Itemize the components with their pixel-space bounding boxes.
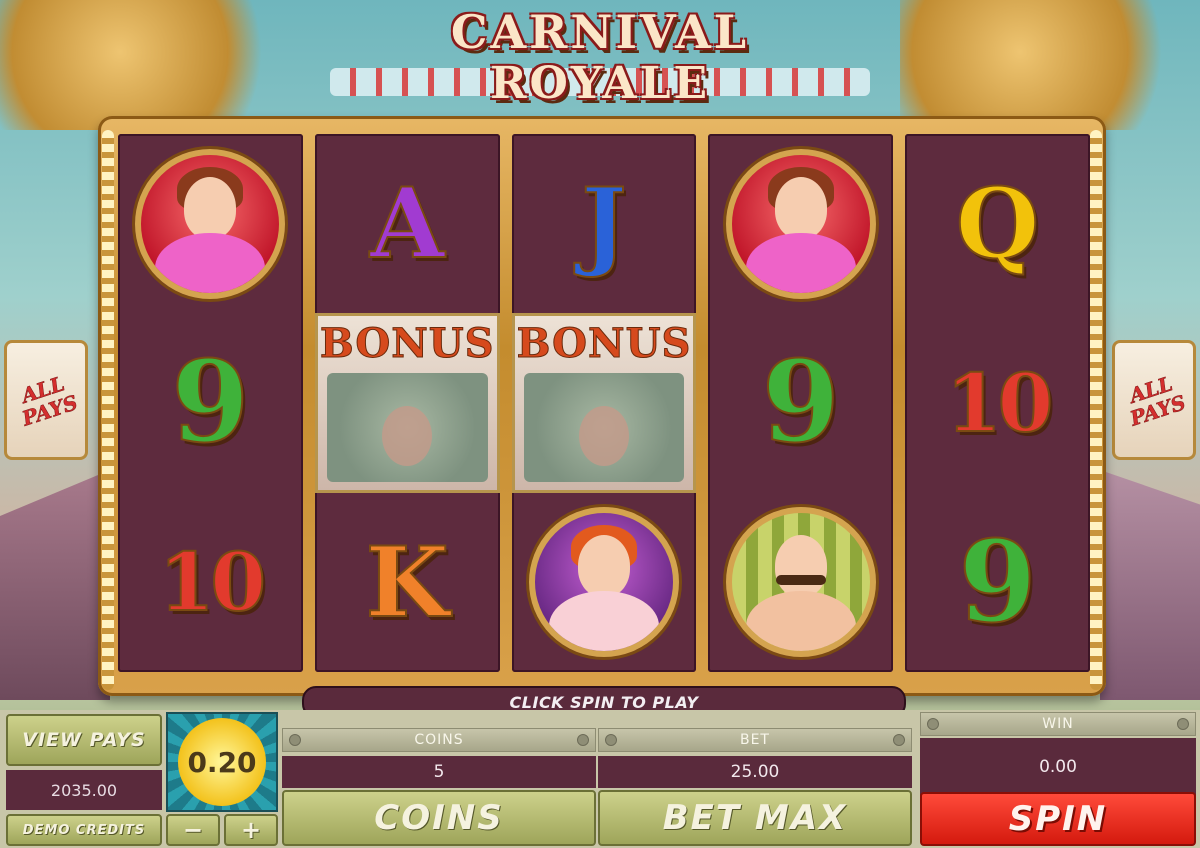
symbol-lady-portrait [135, 148, 286, 299]
reel-cell: A [315, 134, 500, 313]
reel-5: Q 10 9 [905, 134, 1090, 672]
coin-value-display: 0.20 [166, 712, 278, 812]
demo-credits-label: DEMO CREDITS [6, 814, 162, 846]
coin-value-decrease-button[interactable]: − [166, 814, 220, 846]
coins-value: 5 [282, 756, 596, 788]
background-tent-right [1100, 470, 1200, 700]
reel-cell: BONUS [511, 313, 697, 493]
reel-cell [118, 134, 303, 313]
bonus-fortune-teller-image [523, 373, 685, 482]
bet-header: BET [598, 728, 912, 752]
symbol-10: 10 [945, 355, 1054, 451]
logo-line-2: ROYALE [489, 58, 711, 109]
figure-body [548, 591, 659, 652]
bonus-label: BONUS [516, 320, 692, 368]
reel-cell: J [512, 134, 697, 313]
all-pays-badge-right: ALL PAYS [1112, 340, 1196, 460]
bonus-label: BONUS [319, 320, 495, 368]
figure-body [745, 591, 856, 652]
symbol-9: 9 [958, 516, 1038, 649]
screw-icon [1177, 718, 1189, 730]
reel-cell: Q [905, 134, 1090, 313]
figure-head [577, 535, 630, 598]
symbol-Q: Q [955, 166, 1041, 281]
figure-head [184, 176, 237, 239]
symbol-bonus: BONUS [314, 313, 500, 493]
coins-button[interactable]: COINS [282, 790, 596, 846]
figure-body [745, 232, 856, 293]
logo-line-1: CARNIVAL [450, 5, 750, 59]
win-header: WIN [920, 712, 1196, 736]
figure-head [774, 535, 827, 598]
all-pays-badge-left: ALL PAYS [4, 340, 88, 460]
reel-4: 9 [708, 134, 894, 672]
background-tent-left [0, 470, 110, 700]
reel-cell [708, 134, 893, 313]
symbol-9: 9 [761, 336, 841, 469]
win-label: WIN [1042, 716, 1074, 732]
figure-body [155, 232, 266, 293]
symbol-clown-portrait [528, 507, 679, 658]
frame-lights-left [102, 130, 114, 690]
spin-button[interactable]: SPIN [920, 792, 1196, 846]
symbol-10: 10 [158, 534, 267, 630]
symbol-J: J [580, 166, 627, 281]
symbol-lady-portrait [725, 148, 876, 299]
game-logo: CARNIVAL ROYALE [330, 6, 870, 126]
reels-area: 9 10 A BONUS K J BONUS 9 Q 10 9 [118, 134, 1090, 672]
coin-value-increase-button[interactable]: + [224, 814, 278, 846]
moustache [775, 575, 826, 586]
reel-cell: 9 [118, 313, 303, 492]
win-value: 0.00 [920, 738, 1196, 796]
reel-3: J BONUS [511, 134, 697, 672]
reel-cell: 9 [708, 313, 893, 492]
reel-cell: K [315, 493, 500, 672]
symbol-A: A [369, 166, 445, 281]
screw-icon [605, 734, 617, 746]
screw-icon [893, 734, 905, 746]
symbol-strongman-portrait [725, 507, 876, 658]
all-pays-label: ALL PAYS [18, 371, 81, 431]
bonus-fortune-teller-image [326, 373, 488, 482]
coins-label: COINS [414, 732, 464, 748]
reel-cell [512, 493, 697, 672]
message-text: CLICK SPIN TO PLAY [509, 692, 699, 712]
balance-display: 2035.00 [6, 770, 162, 810]
symbol-9: 9 [170, 336, 250, 469]
bet-value: 25.00 [598, 756, 912, 788]
reel-cell: 10 [905, 313, 1090, 492]
bet-max-button[interactable]: BET MAX [598, 790, 912, 846]
coin-value: 0.20 [178, 718, 266, 806]
reel-cell: 9 [905, 493, 1090, 672]
reel-cell: BONUS [314, 313, 500, 493]
all-pays-label: ALL PAYS [1126, 371, 1189, 431]
reel-2: A BONUS K [314, 134, 500, 672]
ornament-right [900, 0, 1200, 130]
bet-label: BET [739, 732, 770, 748]
figure-head [774, 176, 827, 239]
ornament-left [0, 0, 300, 130]
symbol-bonus: BONUS [511, 313, 697, 493]
reel-cell [708, 493, 893, 672]
screw-icon [289, 734, 301, 746]
reel-cell: 10 [118, 493, 303, 672]
frame-lights-right [1090, 130, 1102, 690]
coins-header: COINS [282, 728, 596, 752]
symbol-K: K [364, 525, 449, 640]
screw-icon [927, 718, 939, 730]
screw-icon [577, 734, 589, 746]
view-pays-button[interactable]: VIEW PAYS [6, 714, 162, 766]
reel-1: 9 10 [118, 134, 303, 672]
